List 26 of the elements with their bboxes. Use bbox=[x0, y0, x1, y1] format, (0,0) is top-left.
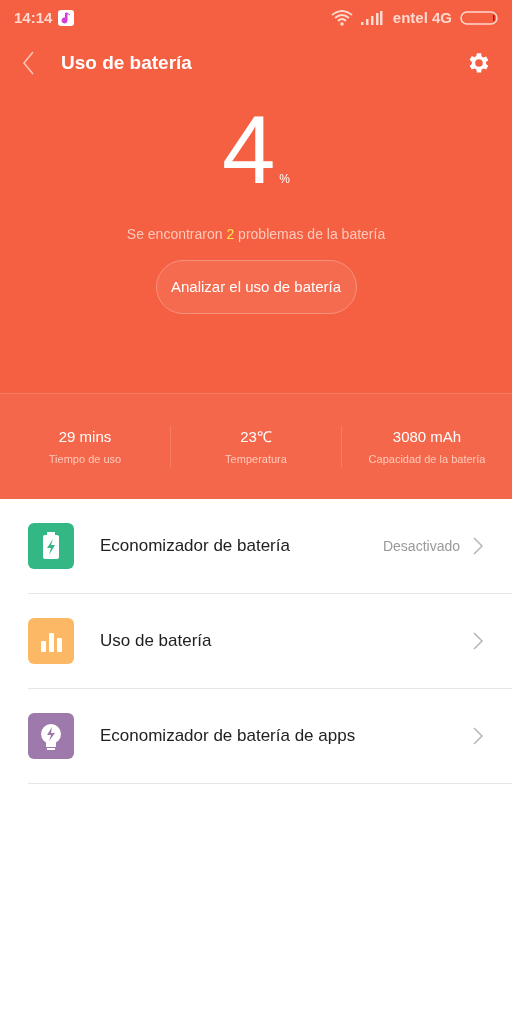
wifi-icon bbox=[330, 10, 353, 26]
settings-row[interactable]: Economizador de batería Desactivado bbox=[28, 499, 512, 594]
battery-icon bbox=[460, 10, 498, 26]
page-title: Uso de batería bbox=[61, 50, 192, 75]
chevron-icon bbox=[472, 726, 484, 746]
settings-row[interactable]: Economizador de batería de apps bbox=[28, 689, 512, 784]
signal-icon bbox=[360, 11, 383, 25]
stat-value: 29 mins bbox=[58, 426, 112, 447]
row-title: Uso de batería bbox=[100, 630, 212, 653]
battery-percent: 4 bbox=[221, 110, 276, 190]
stat-value: 23℃ bbox=[240, 426, 272, 447]
problems-message: Se encontraron 2 problemas de la batería bbox=[126, 225, 386, 244]
chevron-icon bbox=[472, 631, 484, 651]
stat-label: Capacidad de la batería bbox=[368, 452, 486, 467]
music-app-icon bbox=[58, 10, 75, 26]
chevron-icon bbox=[472, 536, 484, 556]
settings-row[interactable]: Uso de batería bbox=[28, 594, 512, 689]
row-status: Desactivado bbox=[382, 536, 460, 556]
row-title: Economizador de batería bbox=[100, 535, 290, 558]
row-title: Economizador de batería de apps bbox=[100, 725, 356, 748]
stat-value: 3080 mAh bbox=[392, 426, 462, 447]
stat-label: Temperatura bbox=[225, 452, 287, 467]
percent-sign: % bbox=[279, 171, 291, 188]
carrier-label: entel 4G bbox=[392, 7, 452, 28]
stat-label: Tiempo de uso bbox=[48, 452, 122, 467]
clock: 14:14 bbox=[14, 7, 53, 28]
